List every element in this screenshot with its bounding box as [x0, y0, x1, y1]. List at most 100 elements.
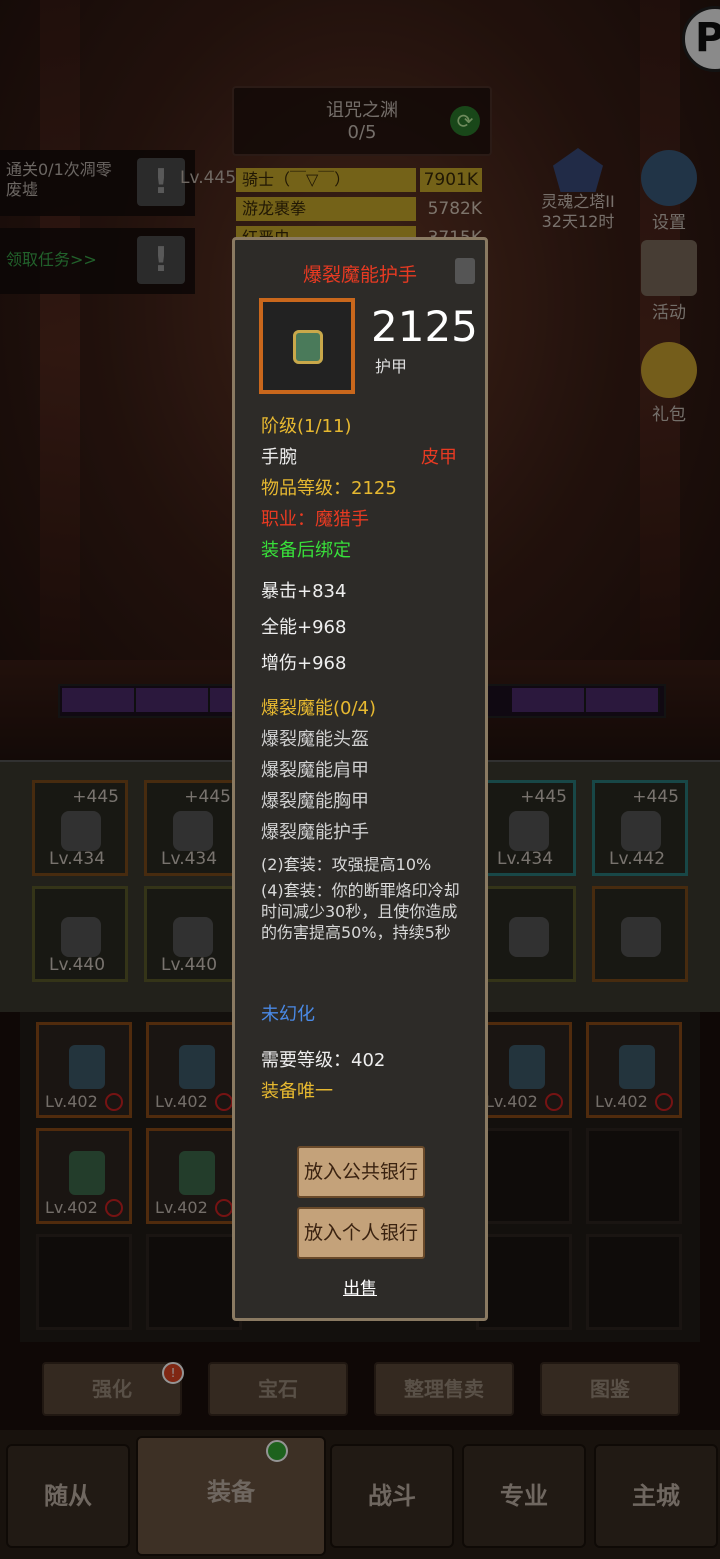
item-level: Lv.402 [155, 1092, 208, 1111]
inventory-empty-slot[interactable] [36, 1234, 132, 1330]
item-slot: 手腕 [261, 447, 297, 468]
item-level: Lv.402 [485, 1092, 538, 1111]
lock-icon[interactable] [455, 258, 475, 284]
item-level: Lv.402 [45, 1198, 98, 1217]
equip-slot-hands[interactable] [480, 886, 576, 982]
necklace-icon [61, 917, 101, 957]
pillar [40, 0, 80, 700]
private-bank-button[interactable]: 放入个人银行 [297, 1207, 425, 1259]
dungeon-panel[interactable]: 诅咒之渊 0/5 ⟳ [232, 86, 492, 156]
gear-icon [641, 150, 697, 206]
item-tier: 阶级(1/11) [261, 416, 352, 437]
gem-button[interactable]: 宝石 [208, 1362, 348, 1416]
item-level: Lv.442 [609, 849, 666, 869]
nav-profession[interactable]: 专业 [462, 1444, 586, 1548]
armor-icon [509, 1045, 545, 1089]
rank-value: 5782K [427, 199, 482, 219]
forbidden-icon [215, 1093, 233, 1111]
item-level: Lv.402 [155, 1198, 208, 1217]
armor-value: 2125 [371, 302, 478, 351]
item-level: Lv.434 [161, 849, 218, 869]
set-piece: 爆裂魔能胸甲 [261, 791, 369, 812]
equip-slot-weapon[interactable]: +445 Lv.434 [480, 780, 576, 876]
inventory-empty-slot[interactable] [146, 1234, 242, 1330]
inventory-item[interactable]: Lv.402 [476, 1022, 572, 1118]
gift-button[interactable]: 礼包 [634, 342, 704, 425]
equip-slot-offhand[interactable]: +445 Lv.442 [592, 780, 688, 876]
tower-icon [553, 148, 603, 192]
inventory-empty-slot[interactable] [586, 1234, 682, 1330]
nav-equipment[interactable]: 装备 [136, 1436, 326, 1556]
quest-accept-text: 领取任务>> [6, 250, 97, 269]
rank-value: 7901K [419, 168, 482, 192]
stat-line: 全能+968 [261, 617, 347, 638]
set-piece: 爆裂魔能护手 [261, 822, 369, 843]
inventory-item[interactable]: Lv.402 [586, 1022, 682, 1118]
gloves-icon [509, 917, 549, 957]
set-piece: 爆裂魔能肩甲 [261, 760, 369, 781]
nav-battle[interactable]: 战斗 [330, 1444, 454, 1548]
item-tooltip: 爆裂魔能护手 2125 护甲 阶级(1/11) 手腕 皮甲 物品等级：2125 … [232, 237, 488, 1321]
gift-label: 礼包 [652, 405, 686, 425]
sort-sell-button[interactable]: 整理售卖 [374, 1362, 514, 1416]
settings-label: 设置 [652, 213, 686, 233]
set-bonus-4: (4)套装：你的断罪烙印冷却时间减少30秒，且使你造成的伤害提高50%，持续5秒 [261, 881, 460, 942]
activity-button[interactable]: 活动 [634, 240, 704, 323]
nav-equipment-label: 装备 [207, 1478, 255, 1506]
armor-label: 护甲 [375, 357, 408, 376]
nav-follower[interactable]: 随从 [6, 1444, 130, 1548]
inventory-item[interactable]: Lv.402 [146, 1022, 242, 1118]
transmog-status: 未幻化 [261, 1004, 315, 1025]
forbidden-icon [545, 1093, 563, 1111]
forbidden-icon [655, 1093, 673, 1111]
enhance-button[interactable]: 强化 [42, 1362, 182, 1416]
refresh-icon[interactable]: ⟳ [450, 106, 480, 136]
item-material: 皮甲 [421, 447, 457, 468]
helmet-icon [61, 811, 101, 851]
item-class: 职业：魔猎手 [261, 509, 369, 530]
equip-slot-shoulder[interactable]: +445 Lv.434 [144, 780, 240, 876]
soul-tower[interactable]: 灵魂之塔II 32天12时 [528, 148, 628, 232]
armor-icon [69, 1045, 105, 1089]
armor-icon [619, 1045, 655, 1089]
forbidden-icon [105, 1093, 123, 1111]
inventory-empty-slot[interactable] [476, 1234, 572, 1330]
shoulder-icon [173, 811, 213, 851]
set-bonus-2: (2)套装：攻强提高10% [261, 855, 432, 874]
item-binding: 装备后绑定 [261, 540, 351, 561]
quest-accept[interactable]: 领取任务>> ! [0, 228, 195, 294]
bottom-nav: 随从 装备 战斗 专业 主城 [0, 1430, 720, 1559]
item-level: Lv.434 [497, 849, 554, 869]
inventory-item[interactable]: Lv.402 [36, 1128, 132, 1224]
codex-button[interactable]: 图鉴 [540, 1362, 680, 1416]
inventory-empty-slot[interactable] [586, 1128, 682, 1224]
gloves-icon [69, 1151, 105, 1195]
rank-row: 骑士（￣▽￣） 7901K [236, 168, 486, 192]
exclamation-icon: ! [137, 236, 185, 284]
quest-tracker[interactable]: 通关0/1次凋零废墟 ! [0, 150, 195, 216]
item-level: Lv.402 [45, 1092, 98, 1111]
tower-time: 32天12时 [541, 212, 615, 231]
quest-text: 通关0/1次凋零废墟 [6, 160, 112, 199]
inventory-empty-slot[interactable] [476, 1128, 572, 1224]
exclamation-icon: ! [137, 158, 185, 206]
equip-slot-head[interactable]: +445 Lv.434 [32, 780, 128, 876]
equip-slot-feet[interactable] [592, 886, 688, 982]
plus-level: +445 [184, 787, 231, 807]
ring-icon [173, 917, 213, 957]
inventory-item[interactable]: Lv.402 [146, 1128, 242, 1224]
equip-slot-neck[interactable]: Lv.440 [32, 886, 128, 982]
forbidden-icon [105, 1199, 123, 1217]
item-level-text: 物品等级：2125 [261, 478, 397, 499]
equip-slot-ring[interactable]: Lv.440 [144, 886, 240, 982]
sell-link[interactable]: 出售 [235, 1274, 485, 1299]
public-bank-button[interactable]: 放入公共银行 [297, 1146, 425, 1198]
nav-main-city[interactable]: 主城 [594, 1444, 718, 1548]
rank-name: 游龙裹拳 [236, 197, 416, 221]
inventory-item[interactable]: Lv.402 [36, 1022, 132, 1118]
settings-button[interactable]: 设置 [634, 150, 704, 233]
sword-icon [509, 811, 549, 851]
item-level: Lv.402 [595, 1092, 648, 1111]
gloves-icon [179, 1151, 215, 1195]
required-level: 需要等级：402 [261, 1050, 386, 1071]
